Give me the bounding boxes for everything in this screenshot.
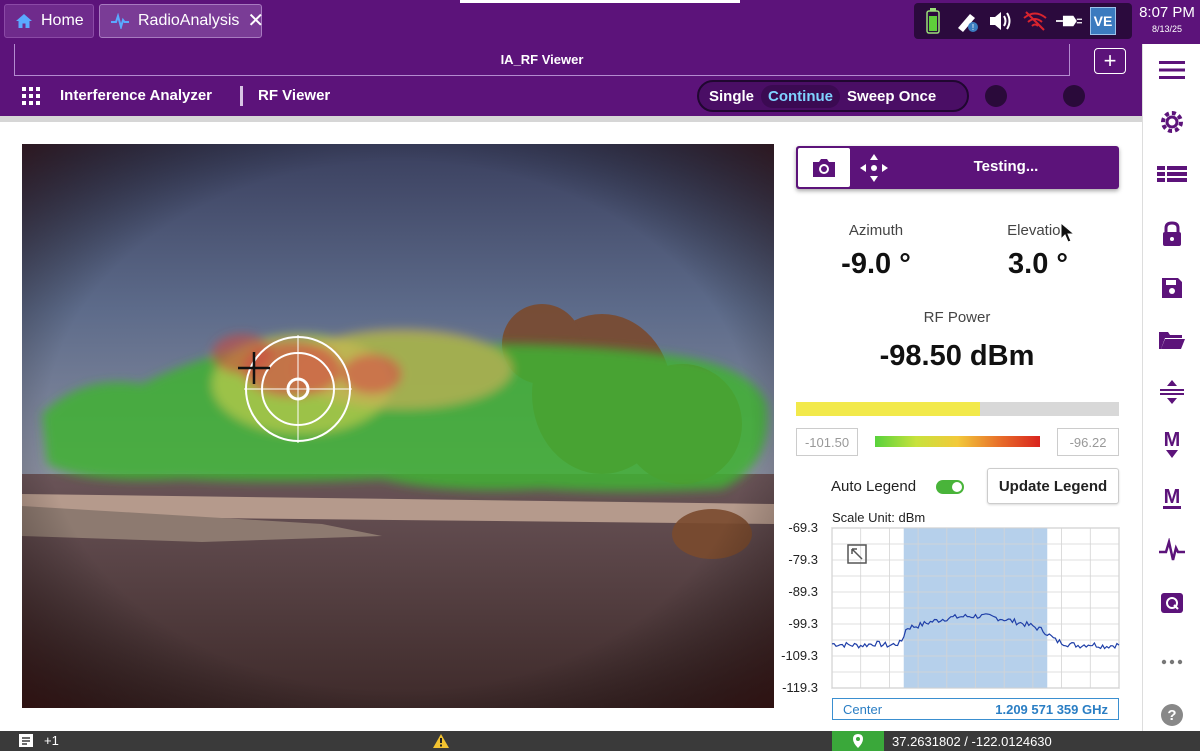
legend-color-gradient	[875, 436, 1040, 447]
ethernet-icon[interactable]	[1056, 8, 1082, 34]
indicator-dot	[985, 85, 1007, 107]
rf-power-label: RF Power	[923, 309, 991, 326]
message-count: +1	[44, 733, 59, 748]
trace-icon[interactable]	[1156, 534, 1188, 566]
clock-time: 8:07 PM	[1139, 4, 1195, 21]
usb-warning-icon[interactable]: !	[954, 8, 980, 34]
indicator-dot	[1063, 85, 1085, 107]
screenshot-icon[interactable]	[1156, 586, 1188, 618]
rf-power-bar	[796, 402, 1119, 416]
y-tick-label: -119.3	[782, 680, 818, 695]
camera-button[interactable]	[798, 148, 850, 187]
marker-down-icon[interactable]: M	[1156, 428, 1188, 460]
mode-continue-button[interactable]: Continue	[761, 84, 841, 108]
waveform-icon	[111, 13, 129, 29]
folder-icon[interactable]	[1156, 324, 1188, 356]
center-label: Center	[843, 701, 883, 717]
lock-icon[interactable]	[1156, 218, 1188, 250]
svg-text:M: M	[1164, 429, 1181, 451]
warning-icon[interactable]	[432, 733, 450, 749]
move-arrows-icon[interactable]	[858, 152, 890, 184]
breadcrumb-rf-viewer[interactable]: RF Viewer	[258, 87, 330, 104]
location-pin-icon	[853, 734, 863, 748]
camera-icon	[813, 158, 835, 177]
clock-date: 8/13/25	[1151, 24, 1183, 34]
mouse-cursor-icon	[1060, 222, 1076, 243]
status-bar: +1 37.2631802 / -122.0124630	[0, 731, 1200, 751]
capture-toolbar: Testing...	[796, 146, 1119, 189]
battery-icon[interactable]	[920, 8, 946, 34]
tab-home-label: Home	[41, 12, 84, 29]
svg-text:!: !	[972, 23, 974, 32]
auto-legend-toggle[interactable]	[936, 480, 964, 494]
sweep-mode-selector: Single Continue Sweep Once	[697, 80, 969, 112]
more-icon[interactable]	[1156, 646, 1188, 678]
tab-radioanalysis[interactable]: RadioAnalysis ✕	[99, 4, 264, 38]
y-tick-label: -69.3	[788, 520, 818, 535]
camera-view[interactable]	[22, 144, 774, 708]
gps-status[interactable]	[832, 731, 884, 751]
mode-sweep-once-button[interactable]: Sweep Once	[840, 85, 943, 108]
elevation-value: 3.0 °	[1008, 248, 1068, 280]
apps-grid-icon[interactable]	[22, 87, 40, 105]
message-icon	[19, 734, 33, 747]
y-tick-label: -99.3	[788, 616, 818, 631]
wifi-off-icon[interactable]	[1022, 8, 1048, 34]
tab-home[interactable]: Home	[4, 4, 94, 38]
mode-single-button[interactable]: Single	[702, 85, 761, 108]
header-divider	[0, 116, 1142, 122]
svg-text:M: M	[1164, 486, 1181, 508]
top-edge-strip	[460, 0, 740, 3]
layout-icon[interactable]	[1156, 158, 1188, 190]
spectrum-chart[interactable]: -69.3 -79.3 -89.3 -99.3 -109.3 -119.3	[778, 520, 1123, 700]
ve-badge-icon[interactable]: VE	[1090, 7, 1116, 35]
breadcrumb-interference-analyzer[interactable]: Interference Analyzer	[60, 87, 212, 104]
test-status: Testing...	[973, 158, 1039, 175]
help-icon[interactable]: ?	[1156, 699, 1188, 731]
breadcrumb-divider	[240, 86, 243, 106]
update-legend-button[interactable]: Update Legend	[987, 468, 1119, 504]
save-icon[interactable]	[1156, 272, 1188, 304]
add-tab-button[interactable]: +	[1094, 48, 1126, 74]
message-indicator[interactable]: +1	[18, 733, 59, 748]
adjust-icon[interactable]	[1156, 376, 1188, 408]
azimuth-value: -9.0 °	[841, 248, 911, 280]
center-frequency-field[interactable]: Center 1.209 571 359 GHz	[832, 698, 1119, 720]
center-value: 1.209 571 359 GHz	[995, 701, 1108, 717]
legend-max-field[interactable]: -96.22	[1057, 428, 1119, 456]
marker-up-icon[interactable]: M	[1156, 480, 1188, 512]
y-tick-label: -109.3	[781, 648, 818, 663]
settings-icon[interactable]	[1156, 106, 1188, 138]
camera-scene	[22, 144, 774, 708]
svg-text:?: ?	[1167, 707, 1176, 724]
rf-power-bar-fill	[796, 402, 981, 416]
menu-icon[interactable]	[1156, 54, 1188, 86]
y-tick-label: -79.3	[788, 552, 818, 567]
tab-radioanalysis-label: RadioAnalysis	[138, 12, 240, 29]
azimuth-label: Azimuth	[848, 222, 904, 239]
home-icon	[16, 14, 32, 28]
y-tick-label: -89.3	[788, 584, 818, 599]
window-title: IA_RF Viewer	[14, 44, 1070, 76]
close-icon[interactable]: ✕	[247, 11, 264, 31]
gps-coordinates: 37.2631802 / -122.0124630	[884, 731, 1079, 751]
system-tray: ! VE	[914, 3, 1132, 39]
right-sidebar: M M ?	[1142, 44, 1200, 734]
clock: 8:07 PM 8/13/25	[1136, 4, 1198, 34]
os-top-bar: Home RadioAnalysis ✕ ! VE 8:07 PM 8/13/2…	[0, 0, 1200, 44]
app-header: IA_RF Viewer + Interference Analyzer RF …	[0, 44, 1142, 116]
rf-power-value: -98.50 dBm	[879, 340, 1035, 372]
auto-legend-label: Auto Legend	[831, 478, 917, 495]
legend-min-field[interactable]: -101.50	[796, 428, 858, 456]
volume-icon[interactable]	[988, 8, 1014, 34]
